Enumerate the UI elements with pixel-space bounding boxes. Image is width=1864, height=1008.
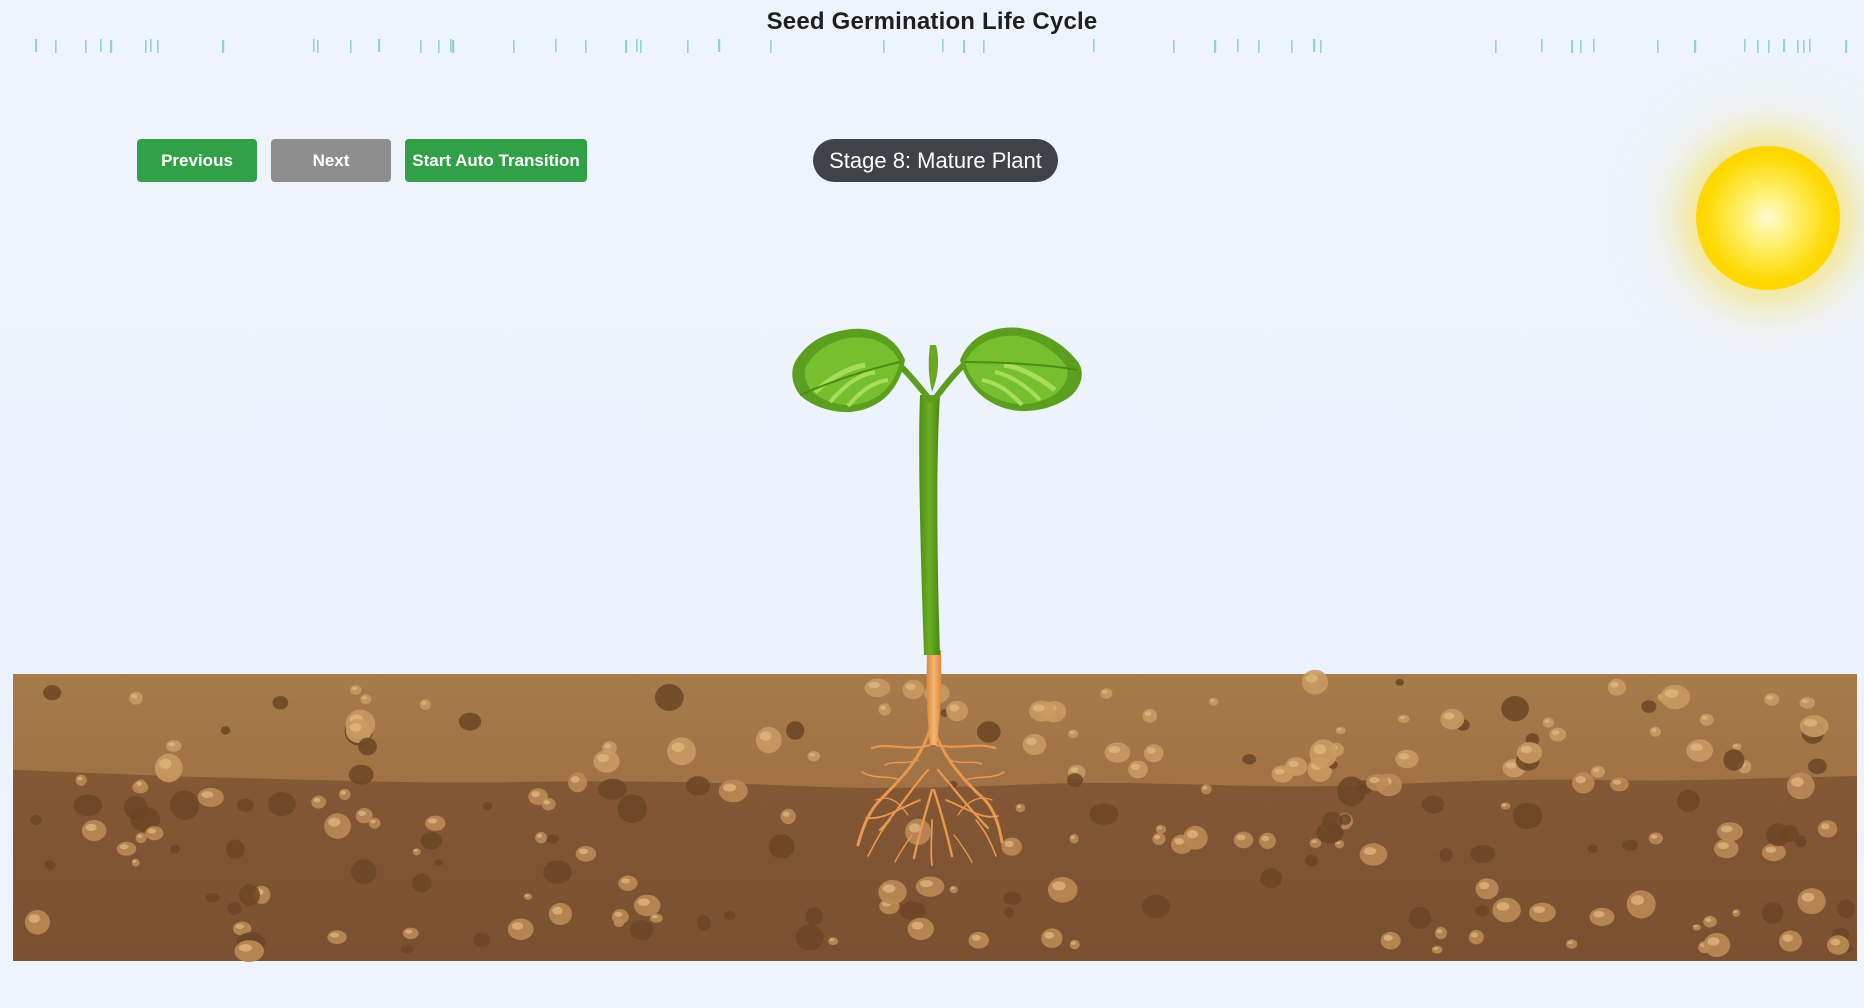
right-leaf-icon: [960, 327, 1082, 412]
left-leaf-icon: [792, 328, 905, 413]
germination-scene: [13, 327, 1857, 963]
center-bud: [928, 345, 939, 392]
plant-stem: [919, 395, 940, 655]
